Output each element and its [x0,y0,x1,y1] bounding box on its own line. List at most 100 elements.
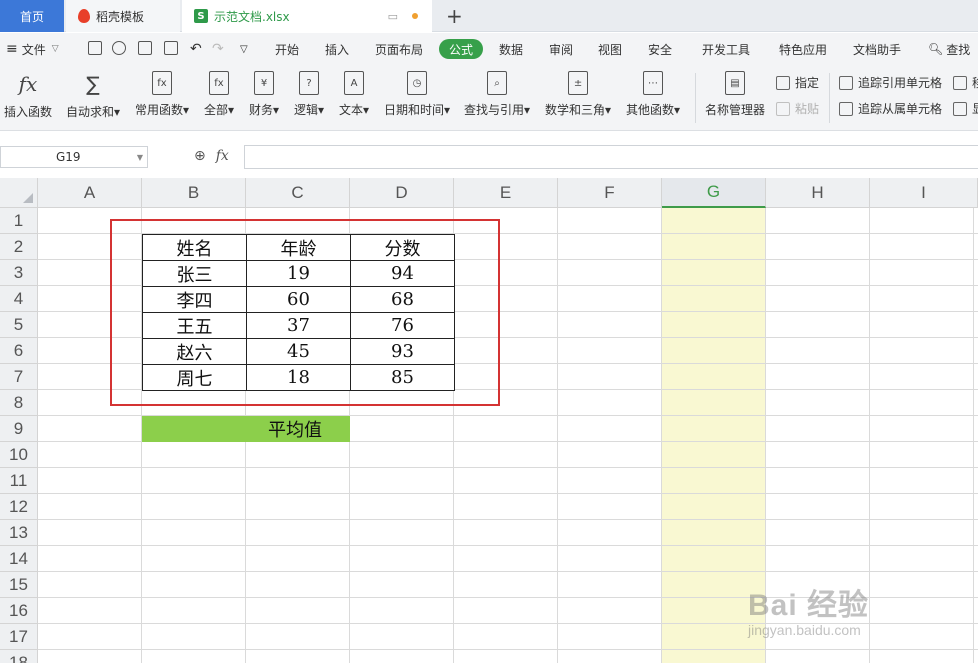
cell-reference: G19 [56,150,81,164]
column-header-f[interactable]: F [558,178,662,208]
paste-names-button[interactable]: 粘贴 [776,100,819,117]
column-header-h[interactable]: H [766,178,870,208]
tab-templates[interactable]: 稻壳模板 [66,0,180,32]
lookup-button[interactable]: ⌕ 查找与引用▾ [464,71,530,118]
show-formulas-icon [953,101,967,116]
column-header-g[interactable]: G [662,178,766,208]
finance-button[interactable]: ¥ 财务▾ [249,71,279,118]
column-header-i[interactable]: I [870,178,978,208]
column-header-b[interactable]: B [142,178,246,208]
row-header-12[interactable]: 12 [0,494,38,520]
row-header-7[interactable]: 7 [0,364,38,390]
dots-icon: ⋯ [643,71,664,95]
customize-toolbar-icon[interactable]: ▽ [240,33,248,65]
menu-formulas[interactable]: 公式 [439,39,484,59]
row-header-10[interactable]: 10 [0,442,38,468]
autosum-button[interactable]: ∑ 自动求和▾ [66,71,120,120]
row-header-8[interactable]: 8 [0,390,38,416]
file-menu[interactable]: ≡ 文件 ▽ [6,33,59,65]
tab-document-label: 示范文档.xlsx [214,9,290,24]
search-button[interactable]: 🔍︎ 查找 [928,33,970,65]
trace-dependents-icon [839,101,853,116]
zoom-formula-icon[interactable]: ⊕ [194,148,206,164]
specify-button[interactable]: 指定 [776,74,819,91]
all-functions-button[interactable]: fx 全部▾ [204,71,234,118]
row-header-17[interactable]: 17 [0,624,38,650]
menu-doc-assistant[interactable]: 文档助手 [853,33,901,65]
yen-icon: ¥ [254,71,275,95]
tab-document[interactable]: S 示范文档.xlsx ▭ [182,0,432,32]
row-header-3[interactable]: 3 [0,260,38,286]
column-header-c[interactable]: C [246,178,350,208]
ribbon-formulas: fx 插入函数 ∑ 自动求和▾ fx 常用函数▾ fx 全部▾ ¥ 财务▾ ? … [0,65,978,131]
clock-icon: ◷ [407,71,428,95]
format-painter-icon[interactable] [112,41,126,55]
datetime-button[interactable]: ◷ 日期和时间▾ [384,71,450,118]
magnifier-icon: ⌕ [487,71,508,95]
other-functions-button[interactable]: ⋯ 其他函数▾ [626,71,680,118]
trace-precedents-button[interactable]: 追踪引用单元格 [839,74,942,91]
unsaved-dot-icon [412,13,418,19]
formula-input[interactable] [244,145,978,169]
menu-features[interactable]: 特色应用 [779,33,827,65]
show-formulas-button[interactable]: 显 [953,100,978,117]
monitor-icon[interactable]: ▭ [388,10,398,23]
menu-data[interactable]: 数据 [499,33,523,65]
menu-start[interactable]: 开始 [275,33,299,65]
grid-line [453,208,454,663]
grid-line [38,285,978,286]
tab-home[interactable]: 首页 [0,0,64,32]
row-header-18[interactable]: 18 [0,650,38,663]
row-header-5[interactable]: 5 [0,312,38,338]
grid-line [38,363,978,364]
lookup-label: 查找与引用 [464,103,525,117]
grid-line [38,415,978,416]
menu-security[interactable]: 安全 [648,33,672,65]
row-header-16[interactable]: 16 [0,598,38,624]
row-header-14[interactable]: 14 [0,546,38,572]
name-manager-button[interactable]: ▤ 名称管理器 [705,71,765,118]
save-icon[interactable] [88,41,102,55]
row-header-13[interactable]: 13 [0,520,38,546]
menu-view[interactable]: 视图 [598,33,622,65]
fx-icon[interactable]: fx [216,148,229,164]
menu-page-layout[interactable]: 页面布局 [375,33,423,65]
column-header-a[interactable]: A [38,178,142,208]
row-header-4[interactable]: 4 [0,286,38,312]
name-manager-icon: ▤ [725,71,745,95]
row-header-15[interactable]: 15 [0,572,38,598]
common-functions-button[interactable]: fx 常用函数▾ [135,71,189,118]
logic-button[interactable]: ? 逻辑▾ [294,71,324,118]
insert-function-button[interactable]: fx 插入函数 [4,71,52,120]
menu-insert[interactable]: 插入 [325,33,349,65]
grid-line [661,208,662,663]
menu-review[interactable]: 审阅 [549,33,573,65]
row-header-6[interactable]: 6 [0,338,38,364]
row-header-1[interactable]: 1 [0,208,38,234]
autosum-label: 自动求和 [66,105,115,119]
other-functions-label: 其他函数 [626,103,675,117]
math-button[interactable]: ± 数学和三角▾ [545,71,611,118]
print-icon[interactable] [138,41,152,55]
search-label: 查找 [946,42,971,57]
new-tab-button[interactable]: + [446,4,463,28]
text-functions-button[interactable]: A 文本▾ [339,71,369,118]
formula-bar: G19 ▼ ⊕ fx [0,140,978,174]
trace-dependents-button[interactable]: 追踪从属单元格 [839,100,942,117]
remove-arrows-label: 移 [972,74,978,91]
chevron-down-icon[interactable]: ▼ [137,153,143,162]
column-header-e[interactable]: E [454,178,558,208]
trace-dependents-label: 追踪从属单元格 [858,102,943,116]
row-header-9[interactable]: 9 [0,416,38,442]
menu-developer[interactable]: 开发工具 [702,33,750,65]
row-header-11[interactable]: 11 [0,468,38,494]
column-header-d[interactable]: D [350,178,454,208]
select-all-corner[interactable] [0,178,38,208]
row-header-2[interactable]: 2 [0,234,38,260]
text-a-icon: A [344,71,365,95]
redo-icon[interactable]: ↷ [212,33,224,65]
remove-arrows-button[interactable]: 移 [953,74,978,91]
name-box[interactable]: G19 ▼ [0,146,148,168]
undo-icon[interactable]: ↶ [190,33,202,65]
print-preview-icon[interactable] [164,41,178,55]
